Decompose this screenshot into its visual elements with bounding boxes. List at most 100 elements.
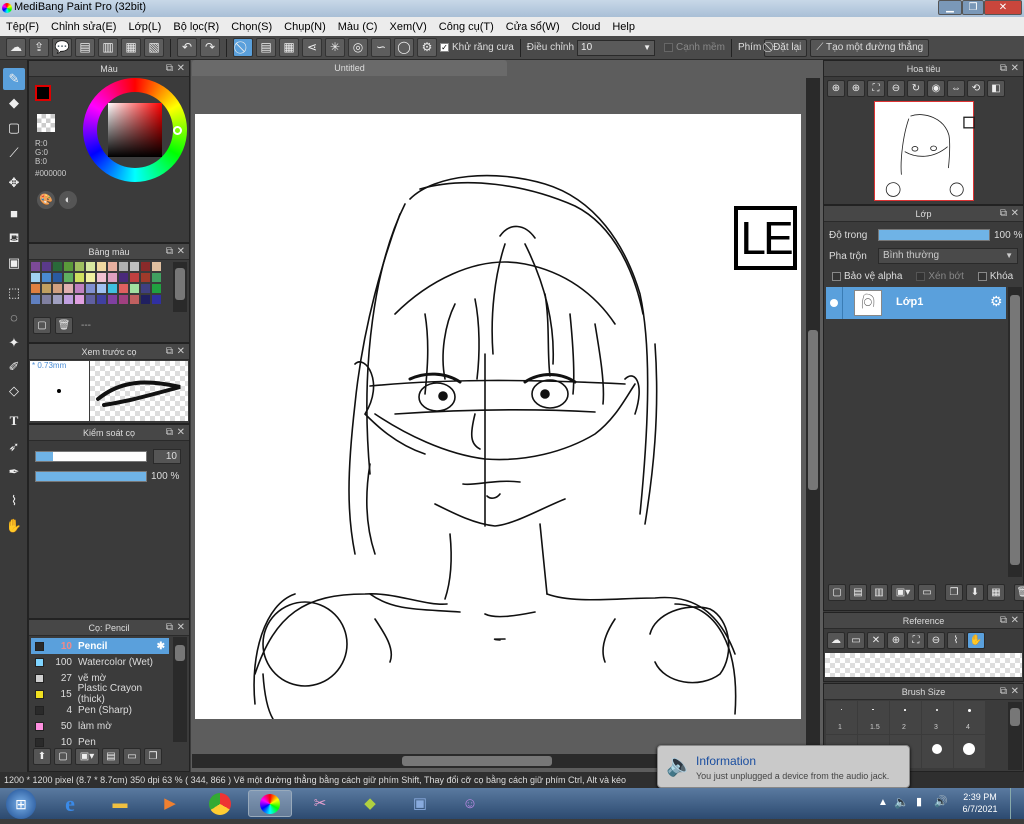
brush-list-item[interactable]: 4 Pen (Sharp) (31, 702, 171, 718)
menu-layer[interactable]: Lớp(L) (122, 21, 167, 33)
snap-off-icon[interactable]: ⃠ (233, 38, 253, 57)
internet-explorer-icon[interactable]: e (48, 790, 92, 817)
palette-swatches[interactable] (31, 262, 167, 310)
straight-line-button[interactable]: ⟋ Tạo một đường thẳng (810, 38, 930, 57)
zoom-out-icon[interactable]: ⊖ (887, 80, 905, 97)
palette-swatch[interactable] (152, 262, 161, 271)
palette-swatch[interactable] (75, 295, 84, 304)
paint-icon[interactable]: ▣ (398, 790, 442, 817)
color-adjust-icon[interactable]: ◐ (59, 191, 77, 209)
palette-swatch[interactable] (53, 273, 62, 282)
parallel-snap-icon[interactable]: ▤ (256, 38, 276, 57)
ellipse-snap-icon[interactable]: ◯ (394, 38, 414, 57)
volume-warning-icon[interactable]: 🔈 (894, 795, 909, 809)
chat-icon[interactable]: ▤ (75, 38, 95, 57)
new-layer-8bit-icon[interactable]: ▤ (849, 584, 867, 601)
saturation-value-square[interactable] (108, 103, 162, 157)
expand-icon[interactable]: ⧉ (166, 425, 173, 441)
palette-swatch[interactable] (86, 262, 95, 271)
palette-swatch[interactable] (108, 273, 117, 282)
palette-icon[interactable]: 🎨 (37, 191, 55, 209)
duplicate-layer-icon[interactable]: ❐ (945, 584, 963, 601)
line-tool-icon[interactable]: ⟋ (3, 142, 25, 164)
brush-size-cell[interactable] (954, 735, 985, 768)
undo-icon[interactable]: ↶ (177, 38, 197, 57)
reset-button[interactable]: ⃠ Đặt lại (764, 38, 808, 57)
palette-swatch[interactable] (130, 262, 139, 271)
layer-scrollbar[interactable] (1008, 287, 1022, 577)
palette-swatch[interactable] (75, 284, 84, 293)
palette-swatch[interactable] (42, 284, 51, 293)
palette-swatch[interactable] (86, 273, 95, 282)
tray-expand-icon[interactable]: ▲ (878, 797, 888, 808)
zoom-out-icon[interactable]: ⊖ (927, 632, 945, 649)
brush-list-item[interactable]: 10 Pencil ✱ (31, 638, 169, 654)
brush-size-cell[interactable]: 1.5 (858, 701, 889, 734)
start-button[interactable]: ⊞ (6, 789, 36, 819)
rect-fill-tool-icon[interactable]: ■ (3, 203, 25, 225)
close-icon[interactable]: ✕ (1011, 206, 1019, 222)
layer-opacity-slider[interactable] (878, 229, 990, 241)
brush-list-item[interactable]: 100 Watercolor (Wet) (31, 654, 171, 670)
menu-window[interactable]: Cửa sổ(W) (500, 21, 566, 33)
palette-swatch[interactable] (31, 273, 40, 282)
brush-settings-gear-icon[interactable]: ✱ (157, 641, 169, 652)
eraser-tool-icon[interactable]: ◆ (3, 92, 25, 114)
palette-swatch[interactable] (86, 295, 95, 304)
palette-swatch[interactable] (53, 284, 62, 293)
brush-size-slider[interactable] (35, 451, 147, 462)
palette-swatch[interactable] (119, 273, 128, 282)
close-button[interactable]: ✕ (984, 0, 1022, 15)
volume-icon[interactable]: 🔊 (934, 795, 948, 808)
game-icon[interactable]: ◆ (348, 790, 392, 817)
palette-swatch[interactable] (130, 284, 139, 293)
layout-icon[interactable]: ▧ (144, 38, 164, 57)
document-icon[interactable]: ▥ (98, 38, 118, 57)
palette-swatch[interactable] (152, 295, 161, 304)
add-layer-menu-icon[interactable]: ▣▾ (891, 584, 915, 601)
maximize-button[interactable]: ❐ (962, 0, 984, 15)
rotate-reset-icon[interactable]: ⟲ (967, 80, 985, 97)
eyedropper-tool-icon[interactable]: ⌇ (3, 490, 25, 512)
close-icon[interactable]: ✕ (177, 61, 185, 77)
expand-icon[interactable]: ⧉ (166, 620, 173, 636)
palette-scrollbar[interactable] (173, 262, 187, 312)
palette-swatch[interactable] (53, 262, 62, 271)
merge-down-icon[interactable]: ⬇ (966, 584, 984, 601)
snap-settings-icon[interactable]: ⚙ (417, 38, 437, 57)
lasso-tool-icon[interactable]: ◌ (3, 307, 25, 329)
menu-tools[interactable]: Công cụ(T) (433, 21, 500, 33)
share-icon[interactable]: ⇪ (29, 38, 49, 57)
palette-swatch[interactable] (64, 295, 73, 304)
new-brush-icon[interactable]: ▢ (54, 748, 72, 765)
palette-swatch[interactable] (86, 284, 95, 293)
menu-color[interactable]: Màu (C) (332, 21, 384, 33)
comment-icon[interactable]: 💬 (52, 38, 72, 57)
brush-size-scrollbar[interactable] (1008, 702, 1022, 770)
operation-tool-icon[interactable]: ➶ (3, 436, 25, 458)
chrome-icon[interactable] (198, 790, 242, 817)
expand-icon[interactable]: ⧉ (1000, 613, 1007, 629)
hand-icon[interactable]: ✋ (967, 632, 985, 649)
hand-tool-icon[interactable]: ✋ (3, 515, 25, 537)
folder-icon[interactable]: ▭ (123, 748, 141, 765)
dot-tool-icon[interactable]: ▢ (3, 117, 25, 139)
palette-swatch[interactable] (97, 273, 106, 282)
new-layer-icon[interactable]: ▢ (828, 584, 846, 601)
brush-size-cell[interactable] (922, 735, 953, 768)
clock[interactable]: 2:39 PM 6/7/2021 (958, 791, 1002, 815)
notification-balloon[interactable]: 🔈 Information You just unplugged a devic… (657, 745, 910, 788)
menu-view[interactable]: Xem(V) (383, 21, 432, 33)
palette-swatch[interactable] (141, 295, 150, 304)
show-desktop-button[interactable] (1010, 788, 1024, 819)
lock-checkbox[interactable]: Khóa (977, 271, 1013, 282)
adjust-dropdown[interactable]: 10 ▼ (577, 39, 656, 56)
palette-swatch[interactable] (64, 273, 73, 282)
select-eraser-tool-icon[interactable]: ◇ (3, 380, 25, 402)
palette-swatch[interactable] (42, 273, 51, 282)
expand-icon[interactable]: ⧉ (166, 61, 173, 77)
palette-swatch[interactable] (97, 284, 106, 293)
rotate-icon[interactable]: ↻ (907, 80, 925, 97)
transparent-color-swatch[interactable] (37, 114, 55, 132)
palette-swatch[interactable] (108, 262, 117, 271)
